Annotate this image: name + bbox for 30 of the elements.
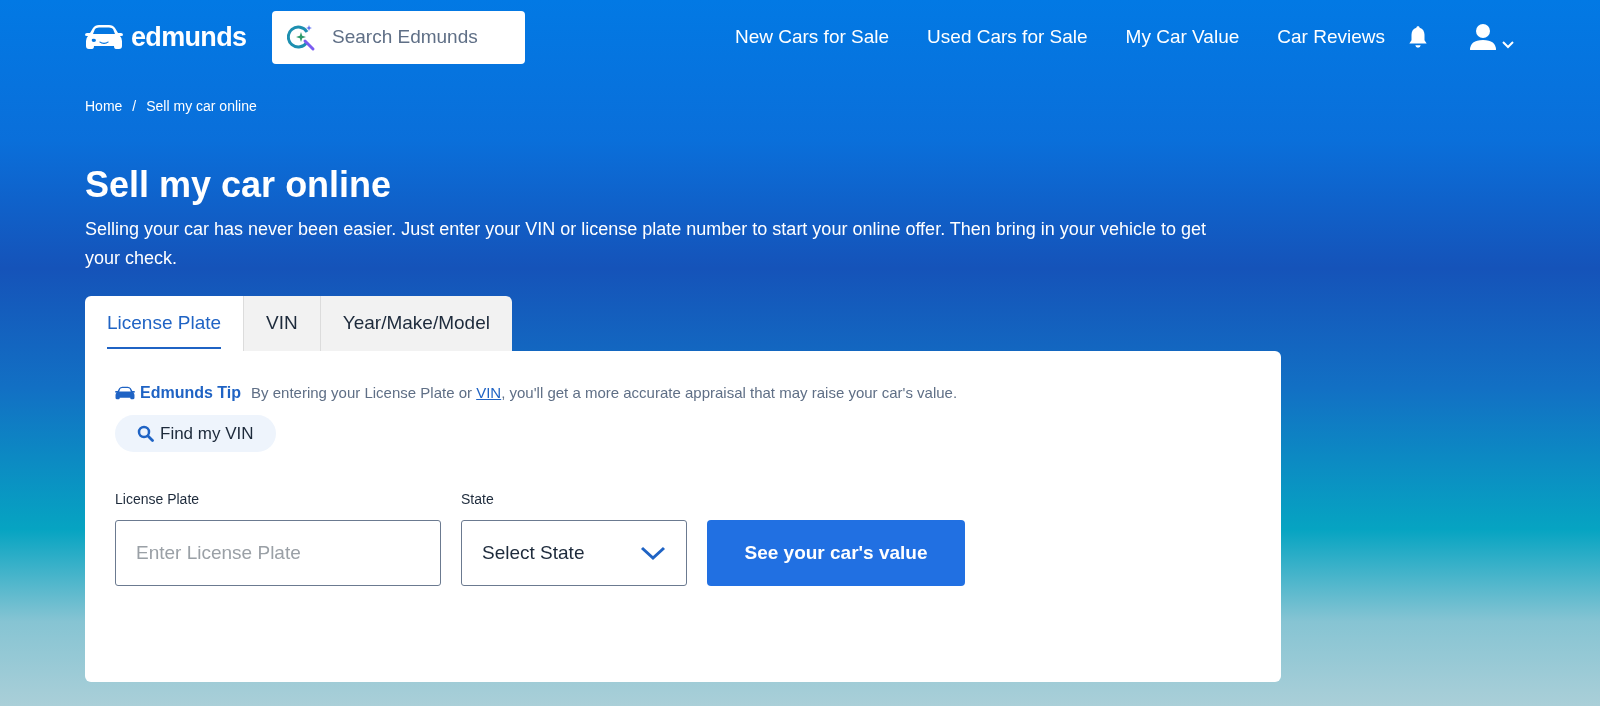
car-logo-icon <box>85 25 123 49</box>
vin-link[interactable]: VIN <box>476 383 502 401</box>
page-title: Sell my car online <box>85 167 393 203</box>
nav-link[interactable]: Used Cars for Sale <box>927 22 1088 52</box>
breadcrumb-link[interactable]: Home <box>85 96 123 117</box>
chevron-down-icon <box>640 545 666 561</box>
tip-text: By entering your License Plate or VIN, you'll get a more accurate appraisal that may raise your car's value. <box>251 382 958 403</box>
tab[interactable]: VIN <box>243 296 320 351</box>
nav-link[interactable]: Car Reviews <box>1277 22 1385 52</box>
see-value-button[interactable]: See your car's value <box>707 520 965 586</box>
find-vin-button[interactable]: Find my VIN <box>115 415 276 452</box>
logo-text[interactable]: edmunds <box>131 23 247 51</box>
nav-link[interactable]: New Cars for Sale <box>734 22 890 52</box>
search-icon <box>137 425 154 442</box>
tip-label: Edmunds Tip <box>140 383 242 403</box>
intro-text: Selling your car has never been easier. Just enter your VIN or license plate number to start your online offer. Then bring in your vehicle to get your check. <box>85 218 1207 270</box>
field-label: State <box>461 490 495 509</box>
search-field[interactable]: Search Edmunds <box>272 10 525 64</box>
car-icon <box>115 386 135 400</box>
breadcrumb-current: Sell my car online <box>146 97 257 116</box>
nav-link[interactable]: My Car Value <box>1125 22 1240 52</box>
account-menu[interactable] <box>1469 24 1515 50</box>
caret-icon <box>1501 40 1515 50</box>
tab[interactable]: License Plate <box>85 296 244 351</box>
user-icon <box>1469 24 1497 50</box>
breadcrumb-separator: / <box>132 97 137 116</box>
field-label: License Plate <box>115 490 201 509</box>
tab[interactable]: Year/Make/Model <box>319 296 512 351</box>
license-plate-field[interactable]: Enter License Plate <box>115 520 441 586</box>
state-dropdown[interactable]: Select State <box>461 520 687 586</box>
